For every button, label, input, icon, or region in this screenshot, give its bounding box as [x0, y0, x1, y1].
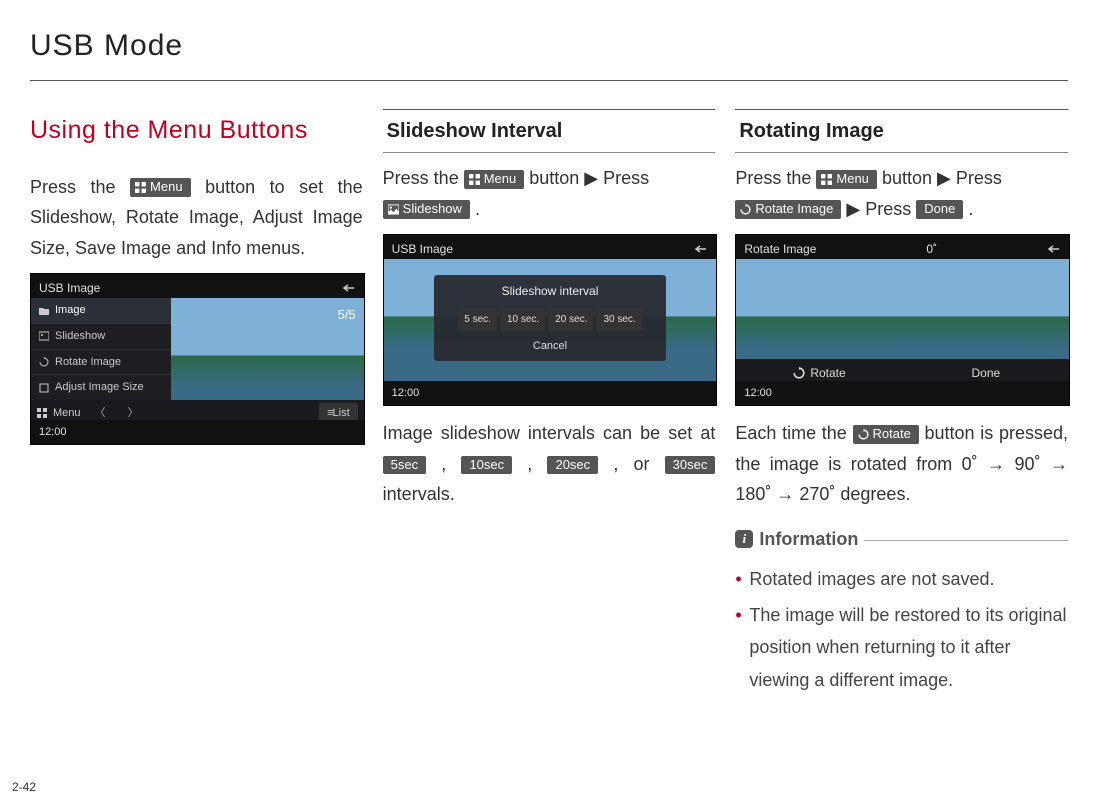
resize-icon — [39, 383, 49, 393]
menu-item-slideshow[interactable]: Slideshow — [31, 324, 171, 350]
back-icon — [694, 244, 708, 254]
option-10sec[interactable]: 10 sec. — [501, 308, 545, 331]
menu-item-adjust-size[interactable]: Adjust Image Size — [31, 375, 171, 401]
shot-footer: 12:00 — [736, 381, 1069, 406]
text: button ▶ Press — [882, 168, 1002, 188]
text: Press the — [735, 168, 816, 188]
info-icon: i — [735, 530, 753, 548]
text: . — [475, 199, 480, 219]
text: . — [968, 199, 973, 219]
label-10sec: 10sec — [461, 456, 512, 475]
label: Rotate Image — [55, 353, 121, 372]
divider — [864, 540, 1068, 541]
screenshot-rotate-image: Rotate Image 0˚ Rotate Done 12:00 — [735, 234, 1070, 406]
text: Press the — [30, 177, 130, 197]
bullet-1: Rotated images are not saved. — [735, 563, 1068, 595]
shot-time: 12:00 — [744, 387, 772, 399]
text: Press the — [383, 168, 464, 188]
page-number: 2-42 — [12, 777, 36, 797]
option-30sec[interactable]: 30 sec. — [597, 308, 641, 331]
text: Image slideshow intervals can be set at — [383, 423, 716, 443]
slideshow-button-label: Slideshow — [383, 200, 470, 219]
cancel-button[interactable]: Cancel — [440, 337, 661, 356]
rotate-icon — [858, 429, 869, 440]
menu-head-label: Image — [55, 301, 86, 320]
slideshow-instructions: Press the Menu button ▶ Press Slideshow … — [383, 163, 716, 224]
folder-icon — [39, 306, 49, 316]
heading-slideshow-interval: Slideshow Interval — [383, 109, 716, 153]
interval-options: 5 sec. 10 sec. 20 sec. 30 sec. — [440, 308, 661, 331]
column-3: Rotating Image Press the Menu button ▶ P… — [735, 109, 1068, 700]
option-5sec[interactable]: 5 sec. — [458, 308, 497, 331]
menu-heading: Image — [31, 298, 171, 324]
label-text: Rotate — [873, 426, 911, 443]
back-icon — [342, 283, 356, 293]
rotate-button-label: Rotate — [853, 425, 919, 444]
text: button ▶ Press — [529, 168, 649, 188]
image-icon — [39, 331, 49, 341]
label-text: Slideshow — [403, 201, 462, 218]
grid-icon — [821, 174, 832, 185]
label-text: Menu — [150, 179, 183, 196]
back-icon — [1047, 244, 1061, 254]
label-text: Menu — [836, 171, 869, 188]
rotate-image-button-label: Rotate Image — [735, 200, 841, 219]
shot-time: 12:00 — [392, 387, 420, 399]
rotate-icon — [793, 367, 805, 379]
menu-button-label: Menu — [464, 170, 525, 189]
shot-footer: 12:00 — [31, 420, 364, 445]
page-title: USB Mode — [30, 20, 1068, 71]
grid-icon — [469, 174, 480, 185]
image-count: 5/5 — [338, 304, 356, 326]
menu-button-label: Menu — [816, 170, 877, 189]
interval-dialog: Slideshow interval 5 sec. 10 sec. 20 sec… — [434, 275, 667, 361]
rotate-instructions: Press the Menu button ▶ Press Rotate Ima… — [735, 163, 1068, 224]
text: ▶ Press — [846, 199, 916, 219]
shot-title: USB Image — [39, 278, 100, 298]
shot-footer: 12:00 — [384, 381, 717, 406]
done-button-label: Done — [916, 200, 963, 219]
rotate-icon — [39, 357, 49, 367]
content-columns: Using the Menu Buttons Press the Menu bu… — [30, 109, 1068, 700]
title-rule — [30, 80, 1068, 81]
label-5sec: 5sec — [383, 456, 426, 475]
dialog-title: Slideshow interval — [440, 281, 661, 301]
image-icon — [388, 204, 399, 215]
label-text: Rotate Image — [755, 201, 833, 218]
info-label: Information — [759, 524, 858, 555]
shot-title: Rotate Image — [744, 239, 816, 259]
interval-description: Image slideshow intervals can be set at … — [383, 418, 716, 510]
heading-using-menu-buttons: Using the Menu Buttons — [30, 109, 363, 152]
text: Each time the — [735, 423, 852, 443]
grid-icon — [37, 408, 47, 418]
shot-angle: 0˚ — [926, 239, 937, 259]
label-20sec: 20sec — [547, 456, 598, 475]
column-1: Using the Menu Buttons Press the Menu bu… — [30, 109, 363, 700]
column-2: Slideshow Interval Press the Menu button… — [383, 109, 716, 700]
rotate-icon — [740, 204, 751, 215]
label: Slideshow — [55, 327, 105, 346]
screenshot-usb-image-menu: USB Image Image Slideshow Rotate Image — [30, 273, 365, 445]
text: intervals. — [383, 484, 455, 504]
info-bullets: Rotated images are not saved. The image … — [735, 563, 1068, 697]
heading-rotating-image: Rotating Image — [735, 109, 1068, 153]
label-30sec: 30sec — [665, 456, 716, 475]
screenshot-slideshow-interval: USB Image Slideshow interval 5 sec. 10 s… — [383, 234, 718, 406]
bullet-2: The image will be restored to its origin… — [735, 599, 1068, 696]
rotate-description: Each time the Rotate button is pressed, … — [735, 418, 1068, 510]
label-text: Menu — [484, 171, 517, 188]
menu-button-label: Menu — [130, 178, 191, 197]
information-heading: i Information — [735, 524, 1068, 555]
menu-item-rotate[interactable]: Rotate Image — [31, 350, 171, 376]
option-20sec[interactable]: 20 sec. — [549, 308, 593, 331]
shot-time: 12:00 — [39, 426, 67, 438]
grid-icon — [135, 182, 146, 193]
label: Adjust Image Size — [55, 378, 144, 397]
shot-title: USB Image — [392, 239, 453, 259]
intro-paragraph: Press the Menu button to set the Slidesh… — [30, 172, 363, 264]
